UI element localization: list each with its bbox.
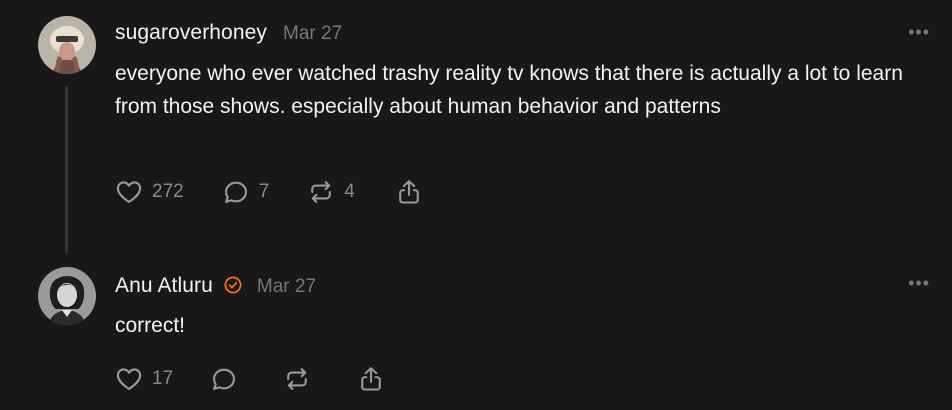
post-date[interactable]: Mar 27 xyxy=(257,276,316,298)
heart-icon xyxy=(116,368,142,390)
more-options-button[interactable]: ••• xyxy=(908,22,930,43)
repost-icon xyxy=(287,368,307,390)
more-options-button[interactable]: ••• xyxy=(908,273,930,294)
thread-line xyxy=(65,86,68,253)
username[interactable]: sugaroverhoney xyxy=(115,21,267,45)
reply-button[interactable]: 7 xyxy=(222,178,270,206)
post-text: everyone who ever watched trashy reality… xyxy=(115,62,903,118)
repost-button[interactable] xyxy=(283,365,311,393)
more-icon: ••• xyxy=(908,22,930,42)
share-icon xyxy=(399,180,419,204)
post-header: Anu Atluru Mar 27 xyxy=(115,272,316,298)
post-actions: 17 xyxy=(115,365,385,393)
more-icon: ••• xyxy=(908,273,930,293)
like-count: 17 xyxy=(152,368,174,389)
post-anu-atluru: Anu Atluru Mar 27 ••• correct! 17 xyxy=(0,255,952,410)
avatar-image xyxy=(38,267,96,325)
share-icon xyxy=(361,367,381,391)
reply-button[interactable] xyxy=(210,365,238,393)
post-date[interactable]: Mar 27 xyxy=(283,23,342,45)
like-count: 272 xyxy=(152,181,184,202)
share-button[interactable] xyxy=(357,365,385,393)
share-button[interactable] xyxy=(395,178,423,206)
avatar-anu-atluru[interactable] xyxy=(38,267,96,325)
post-sugaroverhoney: sugaroverhoney Mar 27 ••• everyone who e… xyxy=(0,0,952,255)
username[interactable]: Anu Atluru xyxy=(115,274,213,298)
verified-icon xyxy=(223,275,243,295)
repost-icon xyxy=(311,181,332,203)
post-actions: 272 7 4 xyxy=(115,178,423,206)
repost-count: 4 xyxy=(344,181,355,202)
comment-icon xyxy=(213,368,236,390)
repost-button[interactable]: 4 xyxy=(307,178,355,206)
post-text: correct! xyxy=(115,314,186,337)
heart-icon xyxy=(116,181,142,203)
avatar-sugaroverhoney[interactable] xyxy=(38,16,96,74)
comment-icon xyxy=(224,181,247,203)
like-button[interactable]: 272 xyxy=(115,178,184,206)
like-button[interactable]: 17 xyxy=(115,365,173,393)
post-header: sugaroverhoney Mar 27 xyxy=(115,21,342,45)
avatar-image xyxy=(38,16,96,74)
reply-count: 7 xyxy=(258,181,270,202)
